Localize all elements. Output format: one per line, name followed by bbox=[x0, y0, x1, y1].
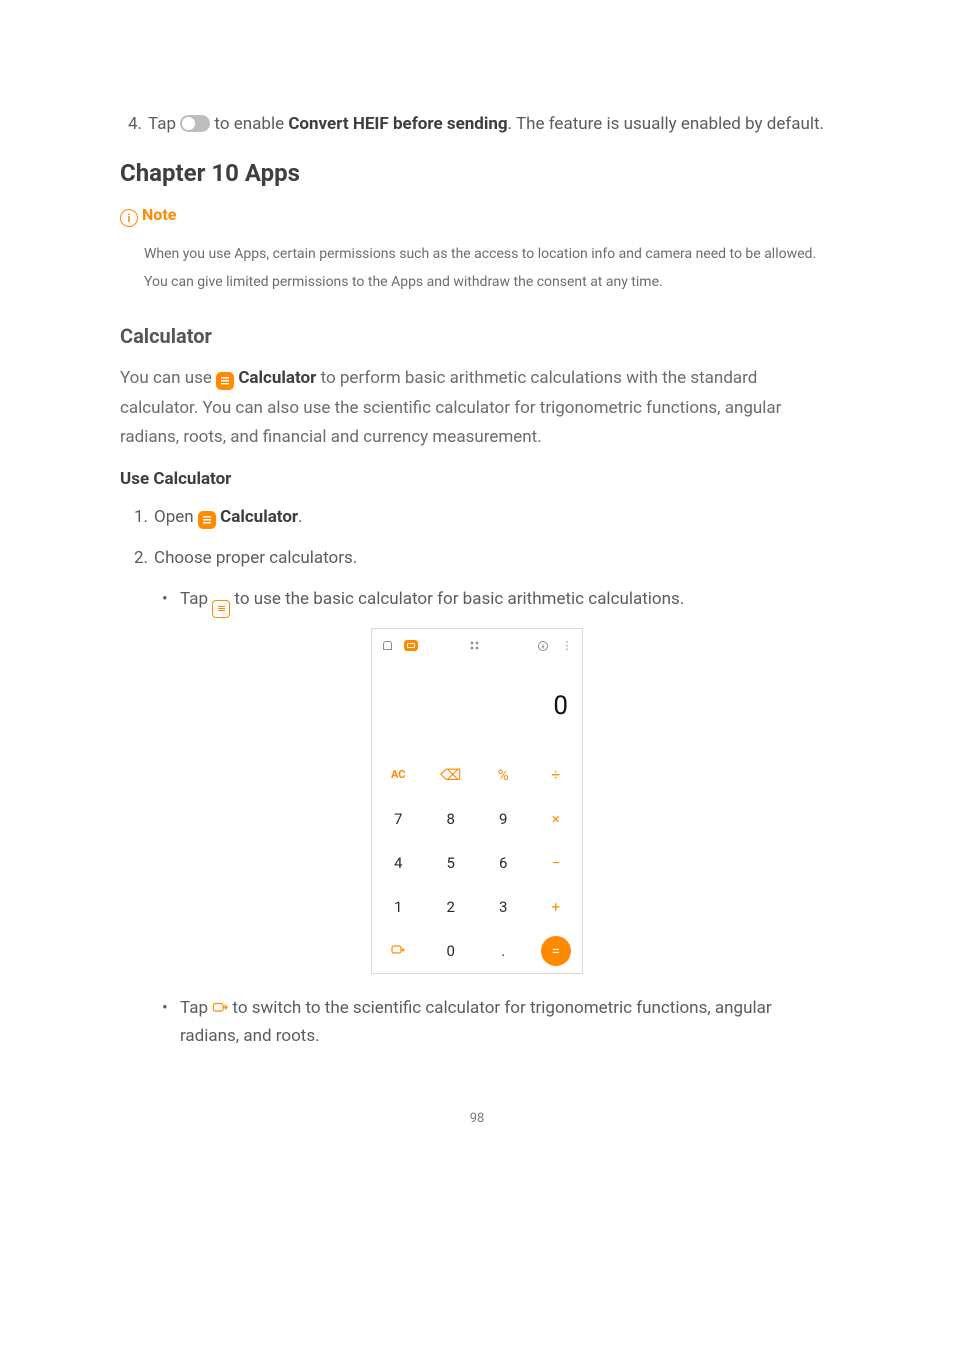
text: . The feature is usually enabled by defa… bbox=[508, 114, 824, 134]
calc-display-value: 0 bbox=[372, 657, 582, 729]
calc-topbar: ¥ ⋮ bbox=[372, 629, 582, 657]
text: Tap bbox=[148, 114, 180, 134]
list-item-2: 2. Choose proper calculators. bbox=[120, 544, 834, 573]
key-multiply: × bbox=[530, 797, 583, 841]
calculator-app-icon bbox=[216, 372, 234, 390]
key-5: 5 bbox=[425, 841, 478, 885]
calculator-app-icon bbox=[198, 511, 216, 529]
sidebar-icon bbox=[380, 639, 394, 653]
chapter-heading: Chapter 10 Apps bbox=[120, 159, 834, 187]
key-9: 9 bbox=[477, 797, 530, 841]
key-7: 7 bbox=[372, 797, 425, 841]
key-0: 0 bbox=[425, 929, 478, 973]
calculator-screenshot: ¥ ⋮ 0 AC ⌫ % ÷ 7 8 9 × 4 5 6 − 1 bbox=[371, 628, 583, 974]
text: to switch to the scientific calculator f… bbox=[180, 998, 772, 1047]
list-item-1: 1. Open Calculator. bbox=[120, 503, 834, 532]
key-1: 1 bbox=[372, 885, 425, 929]
text: to use the basic calculator for basic ar… bbox=[230, 589, 684, 609]
text: Choose proper calculators. bbox=[154, 548, 357, 568]
key-equals-cell: = bbox=[530, 929, 583, 973]
bullet-item-basic: • Tap to use the basic calculator for ba… bbox=[162, 585, 834, 618]
key-divide: ÷ bbox=[530, 753, 583, 797]
feature-name: Convert HEIF before sending bbox=[288, 114, 507, 134]
basic-calculator-icon bbox=[212, 600, 230, 618]
key-minus: − bbox=[530, 841, 583, 885]
subsection-heading: Use Calculator bbox=[120, 469, 834, 489]
list-item-4: 4. Tap to enable Convert HEIF before send… bbox=[120, 110, 834, 139]
list-number: 2. bbox=[126, 544, 148, 573]
text: You can use bbox=[120, 368, 216, 388]
calculator-description: You can use Calculator to perform basic … bbox=[120, 364, 834, 453]
currency-icon: ¥ bbox=[536, 639, 550, 653]
note-body: When you use Apps, certain permissions s… bbox=[144, 241, 834, 296]
text: Open bbox=[154, 507, 198, 527]
note-heading: iNote bbox=[120, 205, 834, 228]
text: to enable bbox=[210, 114, 288, 134]
calc-keypad: AC ⌫ % ÷ 7 8 9 × 4 5 6 − 1 2 3 + 0 bbox=[372, 753, 582, 973]
key-2: 2 bbox=[425, 885, 478, 929]
text: Tap bbox=[180, 589, 212, 609]
section-heading-calculator: Calculator bbox=[120, 324, 834, 348]
key-plus: + bbox=[530, 885, 583, 929]
bullet-item-scientific: • Tap to switch to the scientific calcul… bbox=[162, 994, 834, 1052]
key-3: 3 bbox=[477, 885, 530, 929]
calculator-figure: ¥ ⋮ 0 AC ⌫ % ÷ 7 8 9 × 4 5 6 − 1 bbox=[120, 628, 834, 974]
list-number: 1. bbox=[126, 503, 148, 532]
key-4: 4 bbox=[372, 841, 425, 885]
app-name: Calculator bbox=[220, 507, 298, 527]
scientific-calculator-icon bbox=[212, 1000, 228, 1016]
text: Tap bbox=[180, 998, 212, 1018]
info-icon: i bbox=[120, 209, 138, 227]
grid-icon bbox=[470, 639, 484, 653]
key-equals: = bbox=[541, 936, 571, 966]
calc-display-area: 0 bbox=[372, 657, 582, 753]
key-8: 8 bbox=[425, 797, 478, 841]
note-label: Note bbox=[142, 205, 176, 224]
text: . bbox=[298, 507, 302, 527]
more-icon: ⋮ bbox=[560, 639, 574, 653]
key-dot: . bbox=[477, 929, 530, 973]
key-backspace: ⌫ bbox=[425, 753, 478, 797]
page-number: 98 bbox=[120, 1111, 834, 1126]
key-switch-icon bbox=[372, 929, 425, 973]
key-percent: % bbox=[477, 753, 530, 797]
list-number: 4. bbox=[120, 110, 142, 139]
key-6: 6 bbox=[477, 841, 530, 885]
toggle-icon bbox=[180, 115, 210, 132]
app-name: Calculator bbox=[238, 368, 316, 388]
basic-tab-icon bbox=[404, 640, 418, 651]
key-ac: AC bbox=[372, 753, 425, 797]
